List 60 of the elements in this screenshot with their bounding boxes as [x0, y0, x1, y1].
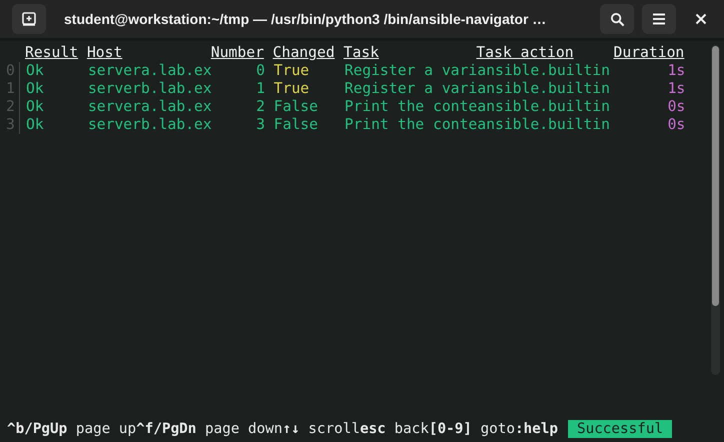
shortcut-label: goto	[479, 420, 515, 438]
row-number: 1	[5, 80, 16, 98]
shortcut-key: ^f/PgDn	[136, 420, 196, 438]
table-cell-text: 1	[255, 80, 265, 98]
table-cell-text: 0s	[666, 98, 686, 116]
table-cell: servera.lab.ex	[88, 98, 212, 116]
shortcut-key: ^b/PgUp	[7, 420, 68, 438]
search-icon	[610, 12, 624, 26]
shortcut-label: page down	[204, 420, 282, 438]
table-cell: ansible.builtin	[477, 98, 610, 116]
shortcut-label: page up	[74, 420, 136, 438]
table-cell-text: 1s	[666, 62, 686, 80]
table-cell-text: 1s	[666, 80, 686, 98]
new-tab-icon	[21, 11, 37, 27]
table-cell-text: True	[274, 80, 310, 98]
window-title: student@workstation:~/tmp — /usr/bin/python3 /bin/ansible-navigator …	[63, 11, 548, 27]
table-cell: ansible.builtin	[477, 80, 610, 98]
table-cell: serverb.lab.ex	[88, 116, 212, 134]
column-header: Result	[25, 44, 78, 61]
column-header: Task	[344, 44, 379, 61]
table-cell-text: Ok	[26, 80, 45, 98]
table-cell: ansible.builtin	[477, 62, 610, 80]
table-cell-text: 2	[255, 98, 265, 116]
shortcut-key: ↑↓	[282, 420, 300, 438]
table-cell-text: Ok	[26, 98, 45, 116]
close-icon	[695, 13, 707, 25]
shortcut-key: :help	[514, 420, 558, 438]
table-cell-text: 0	[255, 62, 265, 80]
column-header: Host	[86, 44, 122, 61]
shortcut-label: back	[393, 420, 429, 438]
column-header: Duration	[614, 44, 684, 61]
table-cell-text: 0s	[666, 116, 686, 134]
table-cell-text: Ok	[26, 116, 45, 134]
shortcut-label: scroll	[307, 420, 360, 438]
table-cell: Print the conte	[344, 98, 478, 116]
table-cell-text: Ok	[26, 62, 45, 80]
table-cell-text: False	[274, 116, 319, 134]
table-cell: serverb.lab.ex	[88, 80, 212, 98]
column-header: Changed	[272, 44, 335, 61]
shortcut-key: [0-9]	[428, 420, 472, 438]
table-cell-text: True	[274, 62, 310, 80]
row-number: 3	[5, 116, 16, 134]
row-number: 2	[5, 98, 16, 116]
search-button[interactable]	[600, 4, 634, 34]
table-cell: Register a vari	[344, 62, 478, 80]
column-header: Task action	[476, 44, 574, 61]
scrollbar[interactable]	[711, 45, 720, 375]
column-header: Number	[210, 44, 264, 61]
menu-icon	[652, 13, 666, 25]
table-cell: Register a vari	[344, 80, 478, 98]
new-tab-button[interactable]	[12, 4, 46, 34]
menu-button[interactable]	[642, 4, 676, 34]
table-cell: ansible.builtin	[477, 116, 610, 134]
table-cell-text: 3	[255, 116, 265, 134]
status-badge: Successful	[568, 420, 672, 438]
table-cell-text: False	[274, 98, 319, 116]
row-number: 0	[5, 62, 16, 80]
table-cell: Print the conte	[344, 116, 478, 134]
shortcut-key: esc	[360, 420, 386, 438]
table-cell: servera.lab.ex	[88, 62, 212, 80]
